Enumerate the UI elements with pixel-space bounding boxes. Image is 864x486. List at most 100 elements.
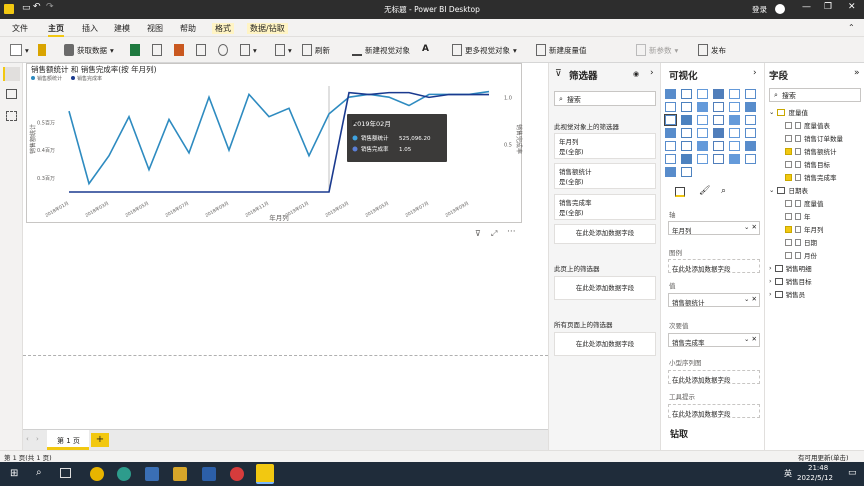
transform-data-button[interactable]: ▾ [275,44,292,56]
tab-view[interactable]: 视图 [147,23,163,34]
input-language[interactable]: 英 [784,468,792,479]
expand-chevron-icon[interactable]: › [769,277,772,285]
visual-type-icon[interactable] [745,102,756,112]
collapse-ribbon-icon[interactable]: ⌃ [848,23,855,32]
visual-type-icon[interactable] [713,141,724,151]
field-checkbox[interactable] [785,147,792,155]
field-checkbox[interactable] [785,212,792,220]
paste-button[interactable]: ▾ [10,44,29,56]
visual-type-icon[interactable] [665,167,676,177]
visual-type-icon[interactable] [665,154,676,164]
edge-icon[interactable] [117,467,131,481]
visual-type-icon[interactable] [713,102,724,112]
visual-type-icon[interactable] [697,128,708,138]
focus-mode-icon[interactable]: ⤢ [491,229,497,239]
page-tab-1[interactable]: 第 1 页 [47,430,89,450]
field-item[interactable]: 年 [785,211,811,221]
visual-type-icon[interactable] [713,89,724,99]
visual-type-icon[interactable] [729,141,740,151]
visual-type-icon[interactable] [681,128,692,138]
signin-link[interactable]: 登录 [752,4,767,15]
filter-search[interactable]: ⌕ 搜索 [554,91,656,106]
field-checkbox[interactable] [785,199,792,207]
report-canvas[interactable]: 销售额统计 和 销售完成率(按 年月列) 销售额统计 销售完成率 0.3百万 0.4百万… [23,63,548,429]
visual-type-icon[interactable] [697,89,708,99]
maximize-button[interactable]: ❐ [824,2,832,12]
field-item[interactable]: 度量值表 [785,120,830,130]
field-table[interactable]: › 销售员 [769,289,805,299]
filter-card-yearmonth[interactable]: 年月列 是(全部) [554,133,656,159]
task-view-icon[interactable] [60,468,71,478]
more-options-icon[interactable]: ··· [507,227,516,237]
visual-type-icon[interactable] [745,115,756,125]
field-checkbox[interactable] [785,238,792,246]
field-item[interactable]: 月份 [785,250,817,260]
well-legend[interactable]: 在此处添加数据字段 [668,259,760,273]
model-view-icon[interactable] [6,111,17,121]
well-small-multiples[interactable]: 在此处添加数据字段 [668,370,760,384]
visual-type-icon[interactable] [713,128,724,138]
expand-chevron-icon[interactable]: › [769,264,772,272]
collapse-filters-icon[interactable]: › [650,68,654,78]
field-table[interactable]: ⌄ 日期表 [769,185,808,195]
remove-field-icon[interactable]: ⌄ ✕ [744,223,757,231]
remove-field-icon[interactable]: ⌄ ✕ [744,335,757,343]
recent-sources-button[interactable]: ▾ [240,44,257,56]
report-view-icon[interactable] [3,67,20,81]
remove-field-icon[interactable]: ⌄ ✕ [744,295,757,303]
filter-icon[interactable]: ⊽ [475,229,481,238]
filter-card-rate[interactable]: 销售完成率 是(全部) [554,194,656,220]
chrome-icon[interactable] [90,467,104,481]
visual-type-icon[interactable] [681,167,692,177]
tab-format[interactable]: 格式 [212,23,234,34]
field-item[interactable]: 销售目标 [785,159,830,169]
format-tab-icon[interactable]: 🖌 [699,186,710,196]
field-checkbox[interactable] [785,121,792,129]
collapse-fields-icon[interactable]: » [854,68,860,78]
update-available-link[interactable]: 有可用更新(单击) [798,452,849,462]
dataverse-button[interactable] [218,44,228,56]
field-checkbox[interactable] [785,251,792,259]
field-item[interactable]: 日期 [785,237,817,247]
well-values[interactable]: 销售额统计 ⌄ ✕ [668,293,760,307]
folder-icon[interactable] [173,467,187,481]
visual-type-icon[interactable] [665,128,676,138]
visual-type-icon[interactable] [697,115,708,125]
well-axis[interactable]: 年月列 ⌄ ✕ [668,221,760,235]
visual-type-icon[interactable] [745,128,756,138]
visual-type-icon[interactable] [665,141,676,151]
get-data-button[interactable]: 获取数据 ▾ [64,44,114,56]
field-table[interactable]: ⌄ 度量值 [769,107,808,117]
well-secondary[interactable]: 销售完成率 ⌄ ✕ [668,333,760,347]
field-item[interactable]: 度量值 [785,198,824,208]
visual-type-icon[interactable] [665,89,676,99]
tab-home[interactable]: 主页 [48,23,64,37]
textbox-button[interactable]: A [422,44,432,56]
explorer-icon[interactable] [145,467,159,481]
field-checkbox[interactable] [785,160,792,168]
visual-type-icon[interactable] [729,128,740,138]
visual-type-icon[interactable] [681,141,692,151]
more-visuals-button[interactable]: 更多视觉对象 ▾ [452,44,517,56]
visual-type-icon[interactable] [745,154,756,164]
visual-type-icon[interactable] [713,115,724,125]
visual-type-icon[interactable] [745,89,756,99]
tab-insert[interactable]: 插入 [82,23,98,34]
tab-data-drill[interactable]: 数据/钻取 [247,23,288,34]
filter-card-sales[interactable]: 销售额统计 是(全部) [554,163,656,189]
field-item[interactable]: 销售订单数量 [785,133,843,143]
publish-button[interactable]: 发布 [698,44,726,56]
emoji-feedback-icon[interactable] [775,4,785,14]
field-checkbox[interactable] [785,225,792,233]
visual-type-icon[interactable] [713,154,724,164]
field-checkbox[interactable] [785,173,792,181]
powerbi-taskbar-icon[interactable] [256,464,274,484]
line-chart-visual[interactable]: 销售额统计 和 销售完成率(按 年月列) 销售额统计 销售完成率 0.3百万 0.4百万… [26,63,523,223]
analytics-tab-icon[interactable]: ⌕ [721,186,726,196]
notification-icon[interactable]: ▭ [848,468,857,478]
visual-type-icon[interactable] [729,102,740,112]
tab-help[interactable]: 帮助 [180,23,196,34]
expand-chevron-icon[interactable]: ⌄ [769,108,774,116]
new-measure-button[interactable]: 新建度量值 [536,44,587,56]
tab-file[interactable]: 文件 [12,23,28,34]
